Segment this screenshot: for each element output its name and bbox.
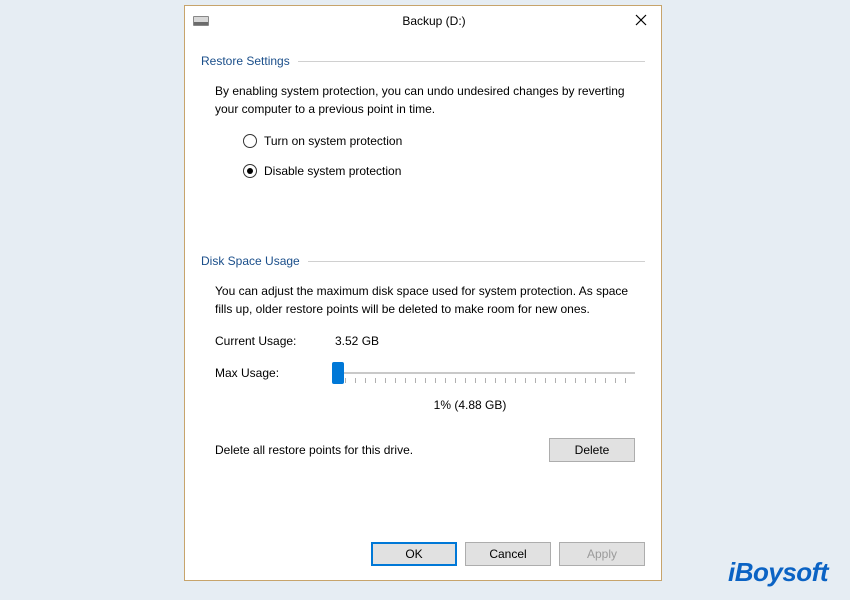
divider	[298, 61, 645, 62]
divider	[308, 261, 645, 262]
watermark-logo: iBoysoft	[728, 557, 828, 588]
close-button[interactable]	[621, 6, 661, 34]
delete-row: Delete all restore points for this drive…	[215, 438, 635, 462]
ok-button[interactable]: OK	[371, 542, 457, 566]
slider-thumb[interactable]	[332, 362, 344, 384]
restore-settings-body: By enabling system protection, you can u…	[201, 78, 645, 198]
max-usage-slider[interactable]	[335, 360, 635, 386]
restore-settings-label: Restore Settings	[201, 54, 298, 68]
system-protection-dialog: Backup (D:) Restore Settings By enabling…	[184, 5, 662, 581]
window-title: Backup (D:)	[215, 14, 653, 28]
radio-icon	[243, 134, 257, 148]
apply-button[interactable]: Apply	[559, 542, 645, 566]
slider-track	[335, 372, 635, 374]
radio-turn-on-label: Turn on system protection	[264, 132, 402, 150]
current-usage-value: 3.52 GB	[335, 332, 379, 350]
max-usage-row: Max Usage:	[215, 360, 635, 386]
disk-usage-label: Disk Space Usage	[201, 254, 308, 268]
disk-usage-header: Disk Space Usage	[201, 254, 645, 268]
drive-icon	[193, 16, 209, 26]
dialog-content: Restore Settings By enabling system prot…	[185, 36, 661, 478]
restore-description: By enabling system protection, you can u…	[215, 82, 635, 118]
slider-value-label: 1% (4.88 GB)	[305, 396, 635, 414]
cancel-button[interactable]: Cancel	[465, 542, 551, 566]
restore-settings-header: Restore Settings	[201, 54, 645, 68]
current-usage-row: Current Usage: 3.52 GB	[215, 332, 635, 350]
radio-disable-label: Disable system protection	[264, 162, 401, 180]
delete-button[interactable]: Delete	[549, 438, 635, 462]
radio-turn-on[interactable]: Turn on system protection	[243, 132, 635, 150]
protection-radio-group: Turn on system protection Disable system…	[215, 132, 635, 180]
slider-ticks	[335, 378, 635, 383]
max-usage-label: Max Usage:	[215, 364, 335, 382]
close-icon	[635, 14, 647, 26]
radio-disable[interactable]: Disable system protection	[243, 162, 635, 180]
dialog-button-bar: OK Cancel Apply	[371, 542, 645, 566]
titlebar: Backup (D:)	[185, 6, 661, 36]
disk-usage-body: You can adjust the maximum disk space us…	[201, 278, 645, 468]
disk-description: You can adjust the maximum disk space us…	[215, 282, 635, 318]
radio-icon	[243, 164, 257, 178]
current-usage-label: Current Usage:	[215, 332, 335, 350]
delete-description: Delete all restore points for this drive…	[215, 441, 413, 459]
